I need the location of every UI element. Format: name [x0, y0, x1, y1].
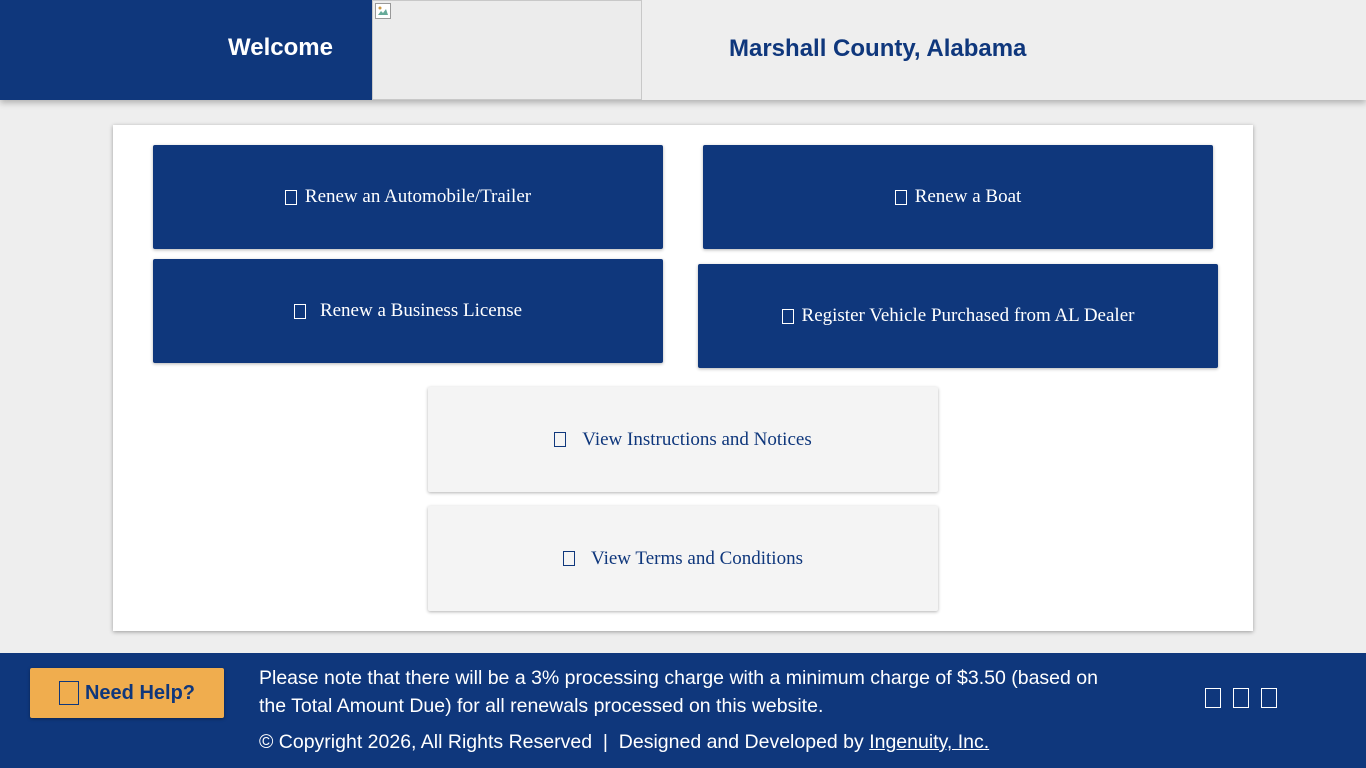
- instagram-icon[interactable]: [1261, 688, 1277, 708]
- view-instructions-button[interactable]: View Instructions and Notices: [428, 387, 938, 492]
- ship-icon: [894, 189, 907, 205]
- renew-business-license-button[interactable]: Renew a Business License: [153, 259, 663, 363]
- car-icon: [781, 308, 794, 324]
- broken-image-icon: [375, 3, 391, 19]
- car-icon: [284, 189, 297, 205]
- renew-automobile-label: Renew an Automobile/Trailer: [304, 186, 532, 207]
- renew-boat-button[interactable]: Renew a Boat: [703, 145, 1213, 249]
- info-icon: [554, 432, 567, 447]
- county-logo: [372, 0, 642, 100]
- county-title: Marshall County, Alabama: [729, 35, 1027, 62]
- processing-fee-notice: Please note that there will be a 3% proc…: [259, 667, 1098, 717]
- renew-boat-label: Renew a Boat: [914, 186, 1022, 207]
- need-help-button[interactable]: Need Help?: [30, 668, 224, 718]
- register-vehicle-label: Register Vehicle Purchased from AL Deale…: [801, 305, 1135, 326]
- facebook-icon[interactable]: [1205, 688, 1221, 708]
- briefcase-icon: [293, 303, 306, 319]
- view-terms-label: View Terms and Conditions: [591, 547, 803, 569]
- renew-business-license-label: Renew a Business License: [319, 300, 523, 321]
- social-links: [1205, 688, 1277, 708]
- twitter-icon[interactable]: [1233, 688, 1249, 708]
- site-header: Welcome Marshall County, Alabama: [0, 0, 1366, 100]
- services-panel: Renew an Automobile/Trailer Renew a Boat…: [113, 125, 1253, 631]
- view-instructions-label: View Instructions and Notices: [582, 428, 812, 450]
- welcome-text: Welcome: [228, 34, 333, 61]
- view-terms-button[interactable]: View Terms and Conditions: [428, 506, 938, 611]
- renew-automobile-button[interactable]: Renew an Automobile/Trailer: [153, 145, 663, 249]
- need-help-label: Need Help?: [84, 681, 196, 704]
- register-vehicle-button[interactable]: Register Vehicle Purchased from AL Deale…: [698, 264, 1218, 368]
- copyright-line: © Copyright 2026, All Rights Reserved | …: [259, 731, 989, 754]
- developer-link[interactable]: Ingenuity, Inc.: [869, 731, 989, 753]
- file-icon: [563, 551, 576, 566]
- welcome-banner: Welcome: [0, 0, 372, 100]
- question-icon: [58, 681, 79, 705]
- copyright-text: © Copyright 2026, All Rights Reserved | …: [259, 731, 870, 753]
- site-footer: Need Help? Please note that there will b…: [0, 653, 1366, 768]
